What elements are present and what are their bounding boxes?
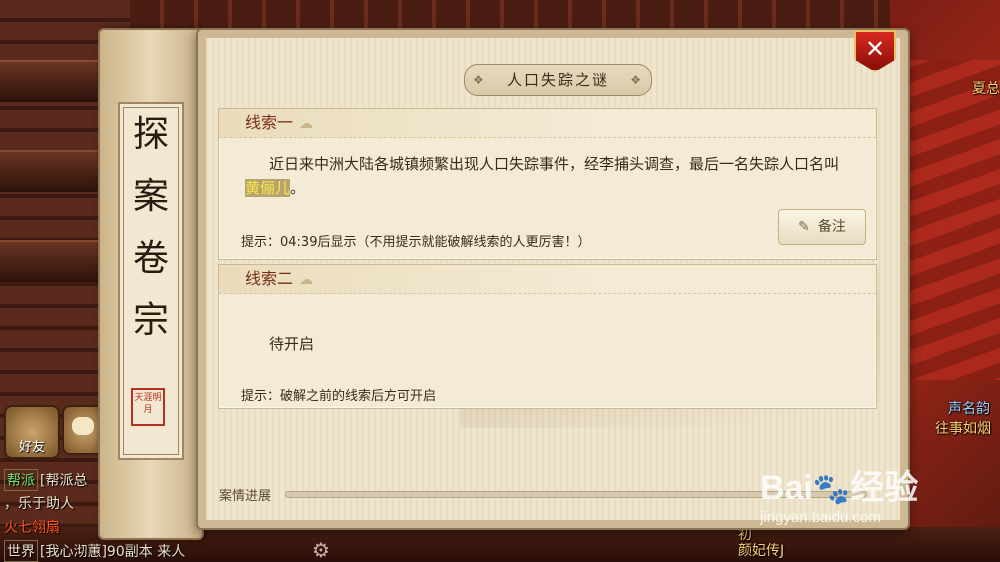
dialog-title: 人口失踪之谜 — [464, 64, 652, 96]
npc-name-label[interactable]: 夏总 — [972, 78, 1000, 98]
clue-title: 线索一 — [245, 113, 294, 132]
plaque-character: 探 — [132, 114, 169, 155]
chat-line[interactable]: 帮派 [帮派总 — [4, 469, 87, 491]
plaque-character: 卷 — [132, 238, 169, 279]
chat-line[interactable]: ，乐于助人 — [4, 493, 74, 513]
note-label: 备注 — [817, 219, 846, 235]
clue-hint: 提示：破解之前的线索后方可开启 — [241, 389, 437, 404]
clue-title: 线索二 — [245, 269, 294, 288]
chat-line[interactable]: 火七翎扇 — [4, 517, 60, 537]
clue-text-part: 。 — [290, 179, 306, 197]
npc-name-label[interactable]: 声名韵 — [948, 398, 990, 418]
clue-header: 线索一 ☁ — [219, 109, 876, 138]
roof-beams — [130, 0, 890, 30]
clue-card-1: 线索一 ☁ 近日来中洲大陆各城镇频繁出现人口失踪事件，经李捕头调查，最后一名失踪人… — [218, 108, 877, 260]
clue-highlight-name[interactable]: 黄俪儿 — [245, 179, 291, 197]
plaque-character: 案 — [132, 176, 169, 217]
pencil-icon: ✎ — [798, 219, 810, 235]
paw-icon: 🐾 — [812, 472, 851, 507]
clue-header: 线索二 ☁ — [219, 265, 876, 294]
cloud-swirl-icon: ☁ — [299, 272, 314, 288]
watermark-logo-cn: 经验 — [850, 469, 919, 507]
chat-text: ，乐于助人 — [4, 496, 74, 512]
clue-text-part: 近日来中洲大陆各城镇频繁出现人口失踪事件，经李捕头调查，最后一名失踪人口名叫 — [269, 155, 840, 173]
friends-button[interactable]: 好友 — [4, 405, 60, 459]
chat-player-name: 火七翎扇 — [4, 520, 60, 536]
watermark-logo: Bai — [760, 469, 813, 507]
clue-hint: 提示：04:39后显示（不用提示就能破解线索的人更厉害！） — [241, 235, 591, 250]
note-button[interactable]: ✎ 备注 — [778, 209, 866, 245]
clue-card-2: 线索二 ☁ 待开启 提示：破解之前的线索后方可开启 — [218, 264, 877, 409]
watermark-url: jingyan.baidu.com — [760, 509, 881, 526]
chat-channel-tag: 帮派 — [4, 469, 38, 491]
gear-icon[interactable]: ⚙ — [312, 538, 330, 562]
plaque-character: 宗 — [132, 300, 169, 341]
progress-label: 案情进展 — [219, 489, 272, 504]
chat-text: [我心沏蕙]90副本 来人 — [40, 544, 186, 560]
clue-status: 待开启 — [269, 335, 315, 353]
npc-title-label[interactable]: 往事如烟 — [935, 418, 991, 438]
baidu-watermark: Bai🐾经验 jingyan.baidu.com — [760, 460, 918, 526]
clue-text: 近日来中洲大陆各城镇频繁出现人口失踪事件，经李捕头调查，最后一名失踪人口名叫黄俪… — [219, 138, 876, 200]
red-seal-stamp: 天涯明月 — [131, 388, 165, 426]
chat-channel-tag: 世界 — [4, 540, 38, 562]
chat-text: [帮派总 — [40, 473, 88, 489]
cloud-swirl-icon: ☁ — [299, 116, 314, 132]
chat-line[interactable]: 世界 [我心沏蕙]90副本 来人 — [4, 540, 185, 562]
friends-label: 好友 — [18, 440, 45, 455]
